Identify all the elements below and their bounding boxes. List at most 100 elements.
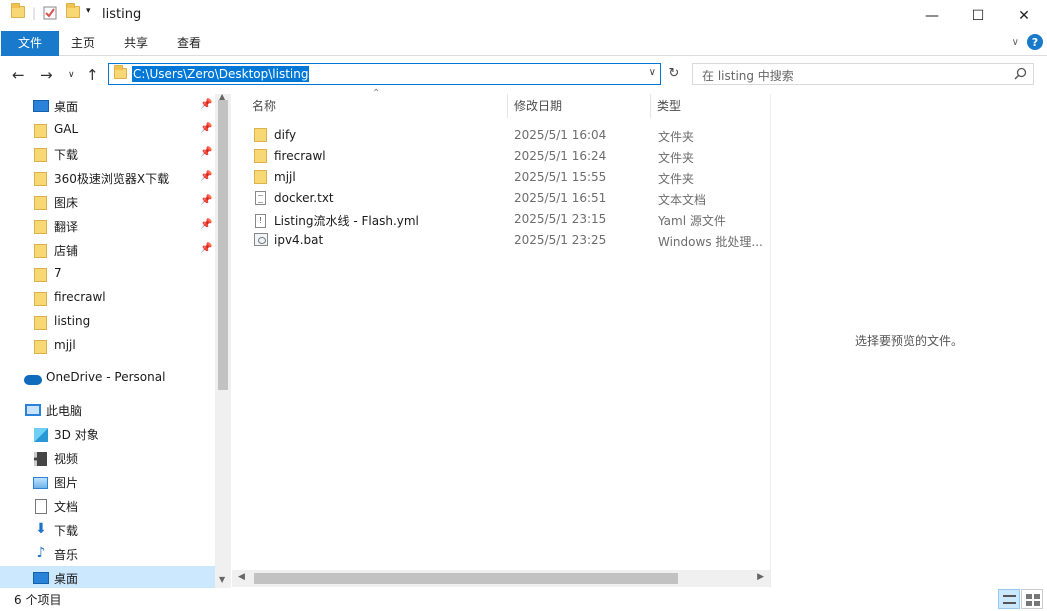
nav-item-360-downloads[interactable]: 360极速浏览器X下载 📌: [0, 166, 215, 190]
file-date: 2025/5/1 15:55: [514, 170, 607, 184]
expand-ribbon-icon[interactable]: ∨: [1012, 37, 1019, 48]
nav-item-this-pc[interactable]: 此电脑: [0, 398, 215, 422]
scroll-right-icon[interactable]: ▶: [757, 572, 764, 582]
file-type: 文件夹: [658, 151, 695, 165]
folder-icon: [34, 148, 47, 165]
close-button[interactable]: ✕: [1001, 0, 1047, 31]
file-list: ⌃ 名称 修改日期 类型 dify 2025/5/1 16:04 文件夹 fir…: [232, 88, 770, 588]
forward-button[interactable]: →: [40, 66, 53, 84]
nav-scrollbar[interactable]: ▲ ▼: [215, 92, 231, 588]
column-divider[interactable]: [650, 94, 651, 118]
scroll-down-icon[interactable]: ▼: [219, 575, 225, 584]
file-row[interactable]: dify 2025/5/1 16:04 文件夹: [232, 125, 770, 146]
nav-item-label: 桌面: [54, 100, 79, 114]
properties-icon[interactable]: [43, 6, 57, 20]
nav-item-label: firecrawl: [54, 290, 106, 304]
nav-item-pictures[interactable]: 图片: [0, 470, 215, 494]
nav-item-label: 音乐: [54, 548, 79, 562]
nav-item-label: GAL: [54, 122, 79, 136]
help-icon[interactable]: ?: [1027, 34, 1043, 50]
file-name: mjjl: [274, 170, 296, 184]
navigation-pane: 桌面 📌 GAL 📌 下载 📌 360极速浏览器X下载 📌 图床 📌 翻译 📌 …: [0, 92, 231, 588]
file-row[interactable]: firecrawl 2025/5/1 16:24 文件夹: [232, 146, 770, 167]
file-type: 文件夹: [658, 172, 695, 186]
nav-item-documents[interactable]: 文档: [0, 494, 215, 518]
nav-item-downloads[interactable]: 下载 📌: [0, 142, 215, 166]
search-placeholder: 在 listing 中搜索: [702, 69, 794, 83]
nav-item-listing[interactable]: listing: [0, 310, 215, 334]
file-row[interactable]: ! Listing流水线 - Flash.yml 2025/5/1 23:15 …: [232, 209, 770, 230]
address-path[interactable]: C:\Users\Zero\Desktop\listing: [132, 66, 310, 82]
folder-icon: [254, 149, 267, 166]
nav-item-firecrawl[interactable]: firecrawl: [0, 286, 215, 310]
file-row[interactable]: mjjl 2025/5/1 15:55 文件夹: [232, 167, 770, 188]
pin-icon: 📌: [200, 123, 213, 134]
nav-item-label: 3D 对象: [54, 428, 99, 442]
column-header-date[interactable]: 修改日期: [514, 94, 562, 118]
search-input[interactable]: 在 listing 中搜索: [692, 63, 1034, 85]
nav-item-onedrive[interactable]: OneDrive - Personal: [0, 366, 215, 390]
nav-item-videos[interactable]: 视频: [0, 446, 215, 470]
file-date: 2025/5/1 23:25: [514, 233, 607, 247]
recent-locations-button[interactable]: ∨: [68, 70, 75, 80]
tab-share[interactable]: 共享: [117, 31, 155, 56]
tab-home[interactable]: 主页: [64, 31, 102, 56]
onedrive-cloud-icon: [24, 374, 42, 388]
3d-objects-icon: [34, 428, 48, 445]
nav-item-desktop-pc[interactable]: 桌面: [0, 566, 215, 588]
pictures-icon: [33, 477, 48, 492]
nav-item-label: mjjl: [54, 338, 76, 352]
tab-view[interactable]: 查看: [170, 31, 208, 56]
column-divider[interactable]: [507, 94, 508, 118]
nav-item-translate[interactable]: 翻译 📌: [0, 214, 215, 238]
column-header-name[interactable]: 名称: [252, 94, 276, 118]
customize-quick-access-icon[interactable]: ▾: [86, 6, 91, 16]
nav-item-gal[interactable]: GAL 📌: [0, 118, 215, 142]
nav-item-image-host[interactable]: 图床 📌: [0, 190, 215, 214]
address-dropdown-icon[interactable]: ∨: [649, 67, 656, 78]
nav-item-label: 文档: [54, 500, 79, 514]
scrollbar-thumb[interactable]: [218, 100, 228, 390]
folder-icon: [34, 196, 47, 213]
address-bar[interactable]: C:\Users\Zero\Desktop\listing ∨: [108, 63, 661, 85]
horizontal-scrollbar[interactable]: ◀ ▶: [232, 570, 770, 587]
nav-item-shop[interactable]: 店铺 📌: [0, 238, 215, 262]
tab-file[interactable]: 文件: [1, 31, 59, 56]
refresh-button[interactable]: ↻: [664, 64, 684, 84]
file-date: 2025/5/1 16:51: [514, 191, 607, 205]
minimize-button[interactable]: —: [909, 0, 955, 31]
window-title: listing: [102, 7, 142, 22]
large-icons-view-button[interactable]: [1021, 589, 1043, 609]
text-file-icon: [255, 191, 266, 208]
nav-item-downloads-pc[interactable]: ⬇ 下载: [0, 518, 215, 542]
nav-item-label: listing: [54, 314, 91, 328]
nav-item-desktop[interactable]: 桌面 📌: [0, 94, 215, 118]
details-view-button[interactable]: [998, 589, 1020, 609]
pin-icon: 📌: [200, 243, 213, 254]
maximize-button[interactable]: ☐: [955, 0, 1001, 31]
nav-item-7[interactable]: 7: [0, 262, 215, 286]
file-type: Windows 批处理...: [658, 235, 763, 249]
search-icon[interactable]: [1014, 67, 1027, 83]
scrollbar-thumb[interactable]: [254, 573, 678, 584]
nav-item-mjjl[interactable]: mjjl: [0, 334, 215, 358]
sort-ascending-icon: ⌃: [372, 88, 381, 99]
column-header-type[interactable]: 类型: [657, 94, 681, 118]
folder-icon: [34, 172, 47, 189]
folder-icon: [114, 65, 127, 82]
nav-item-3d-objects[interactable]: 3D 对象: [0, 422, 215, 446]
file-row[interactable]: docker.txt 2025/5/1 16:51 文本文档: [232, 188, 770, 209]
back-button[interactable]: ←: [12, 66, 25, 84]
file-row[interactable]: ipv4.bat 2025/5/1 23:25 Windows 批处理...: [232, 230, 770, 251]
up-button[interactable]: ↑: [86, 66, 99, 84]
folder-icon[interactable]: [11, 3, 25, 18]
nav-item-label: 视频: [54, 452, 79, 466]
file-name: ipv4.bat: [274, 233, 324, 247]
nav-item-music[interactable]: ♪ 音乐: [0, 542, 215, 566]
address-row: ← → ∨ ↑ C:\Users\Zero\Desktop\listing ∨ …: [0, 56, 1047, 94]
new-folder-icon[interactable]: [66, 3, 80, 18]
scroll-left-icon[interactable]: ◀: [238, 572, 245, 582]
nav-item-label: 店铺: [54, 244, 79, 258]
folder-icon: [34, 268, 47, 285]
file-name: firecrawl: [274, 149, 326, 163]
